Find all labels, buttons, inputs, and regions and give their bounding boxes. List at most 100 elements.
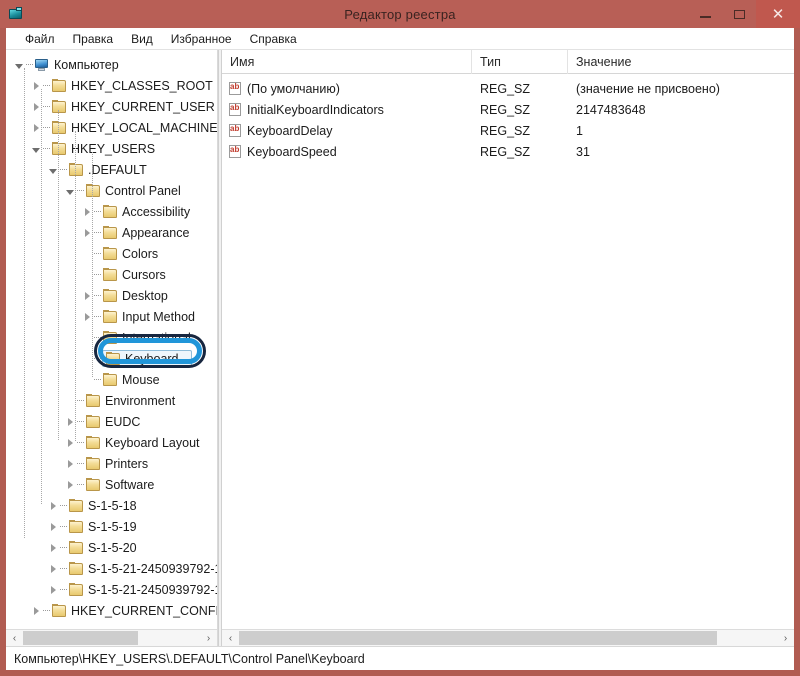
tree-node[interactable]: S-1-5-20 [6, 537, 217, 558]
chevron-right-icon[interactable] [29, 600, 43, 621]
tree-connector-line [77, 453, 85, 474]
string-value-icon: ab [228, 102, 242, 117]
value-name-cell: ab InitialKeyboardIndicators [222, 102, 472, 117]
tree-node[interactable]: Mouse [6, 369, 217, 390]
value-type-cell: REG_SZ [480, 102, 531, 117]
tree-horizontal-scrollbar[interactable]: ‹ › [6, 629, 217, 646]
string-value-icon: ab [228, 123, 242, 138]
tree-node[interactable]: HKEY_USERS [6, 138, 217, 159]
tree-node[interactable]: Компьютер [6, 54, 217, 75]
registry-tree[interactable]: Компьютер HKEY_CLASSES_ROOT HKEY_CURRENT_U… [6, 50, 217, 629]
table-row[interactable]: ab InitialKeyboardIndicators REG_SZ 2147483… [222, 99, 794, 120]
close-button[interactable]: ✕ [756, 0, 800, 28]
tree-node[interactable]: Printers [6, 453, 217, 474]
folder-icon [85, 456, 101, 471]
list-horizontal-scrollbar[interactable]: ‹ › [222, 629, 794, 646]
tree-node[interactable]: Keyboard Layout [6, 432, 217, 453]
tree-node-label: S-1-5-20 [88, 540, 137, 555]
tree-node[interactable]: S-1-5-19 [6, 516, 217, 537]
computer-icon [34, 58, 50, 72]
list-scroll-thumb[interactable] [239, 631, 717, 645]
table-row[interactable]: ab KeyboardDelay REG_SZ 1 [222, 120, 794, 141]
column-header-type[interactable]: Тип [472, 50, 568, 74]
chevron-right-icon[interactable] [46, 516, 60, 537]
tree-node[interactable]: HKEY_CURRENT_USER [6, 96, 217, 117]
folder-icon [85, 414, 101, 429]
table-row[interactable]: ab KeyboardSpeed REG_SZ 31 [222, 141, 794, 162]
folder-icon [102, 246, 118, 261]
folder-icon [51, 141, 67, 156]
tree-connector-line [94, 201, 102, 222]
menu-item-file[interactable]: Файл [16, 30, 64, 48]
tree-connector-line [94, 222, 102, 243]
menu-item-edit[interactable]: Правка [64, 30, 123, 48]
chevron-right-icon[interactable] [63, 453, 77, 474]
value-name-text: InitialKeyboardIndicators [247, 102, 384, 117]
tree-node[interactable]: Appearance [6, 222, 217, 243]
tree-node-label: Environment [105, 393, 176, 408]
tree-connector-line [43, 117, 51, 138]
tree-scroll-thumb[interactable] [23, 631, 138, 645]
column-header-name[interactable]: Имя [222, 50, 472, 74]
minimize-icon [699, 16, 711, 18]
list-scroll-track[interactable] [239, 630, 777, 646]
chevron-right-icon[interactable] [46, 558, 60, 579]
tree-node-selected[interactable]: Keyboard [102, 350, 192, 367]
chevron-right-icon[interactable] [46, 579, 60, 600]
column-header-value[interactable]: Значение [568, 50, 794, 74]
tree-node[interactable]: Cursors [6, 264, 217, 285]
folder-icon [51, 99, 67, 114]
tree-guide-line [92, 152, 93, 377]
tree-node[interactable]: HKEY_CLASSES_ROOT [6, 75, 217, 96]
tree-scroll-track[interactable] [23, 630, 200, 646]
tree-node-label: Accessibility [122, 204, 191, 219]
tree-node-label: S-1-5-21-2450939792-152 [88, 561, 217, 576]
tree-node[interactable]: Input Method [6, 306, 217, 327]
folder-icon [51, 78, 67, 93]
value-type-cell: REG_SZ [480, 144, 531, 159]
registry-values-list[interactable]: ab (По умолчанию) REG_SZ (значение не присв… [222, 74, 794, 629]
folder-icon [85, 435, 101, 450]
tree-connector-line [94, 243, 102, 264]
tree-node[interactable]: EUDC [6, 411, 217, 432]
maximize-button[interactable] [722, 0, 756, 28]
chevron-right-icon[interactable] [46, 537, 60, 558]
tree-node[interactable]: International [6, 327, 217, 348]
value-name-text: KeyboardDelay [247, 123, 333, 138]
registry-values-pane: Имя Тип Значение ab (По умолчанию) REG_SZ (… [222, 50, 794, 646]
registry-editor-window: Редактор реестра ✕ Файл Правка Вид Избра… [0, 0, 800, 676]
tree-scroll-left-button[interactable]: ‹ [6, 630, 23, 646]
folder-icon [68, 162, 84, 177]
tree-node[interactable]: S-1-5-21-2450939792-152 [6, 558, 217, 579]
tree-node[interactable]: Keyboard [6, 348, 217, 369]
tree-node[interactable]: S-1-5-18 [6, 495, 217, 516]
tree-node-label: Appearance [122, 225, 190, 240]
close-icon: ✕ [771, 5, 785, 23]
menu-item-help[interactable]: Справка [241, 30, 306, 48]
tree-node[interactable]: HKEY_CURRENT_CONFIG [6, 600, 217, 621]
chevron-right-icon[interactable] [63, 474, 77, 495]
tree-node[interactable]: Control Panel [6, 180, 217, 201]
folder-icon [85, 393, 101, 408]
chevron-right-icon[interactable] [46, 495, 60, 516]
tree-node[interactable]: Accessibility [6, 201, 217, 222]
list-scroll-right-button[interactable]: › [777, 630, 794, 646]
menu-item-favorites[interactable]: Избранное [162, 30, 241, 48]
menu-item-view[interactable]: Вид [122, 30, 162, 48]
tree-node[interactable]: Software [6, 474, 217, 495]
minimize-button[interactable] [688, 0, 722, 28]
tree-node[interactable]: Desktop [6, 285, 217, 306]
tree-node-label: .DEFAULT [88, 162, 147, 177]
tree-node[interactable]: Colors [6, 243, 217, 264]
table-row[interactable]: ab (По умолчанию) REG_SZ (значение не присв… [222, 78, 794, 99]
list-scroll-left-button[interactable]: ‹ [222, 630, 239, 646]
tree-guide-line [75, 131, 76, 441]
tree-scroll-right-button[interactable]: › [200, 630, 217, 646]
value-name-cell: ab KeyboardSpeed [222, 144, 472, 159]
tree-node[interactable]: .DEFAULT [6, 159, 217, 180]
tree-node[interactable]: Environment [6, 390, 217, 411]
tree-node[interactable]: HKEY_LOCAL_MACHINE [6, 117, 217, 138]
tree-node-label: S-1-5-19 [88, 519, 137, 534]
tree-connector-line [60, 516, 68, 537]
tree-node[interactable]: S-1-5-21-2450939792-152 [6, 579, 217, 600]
